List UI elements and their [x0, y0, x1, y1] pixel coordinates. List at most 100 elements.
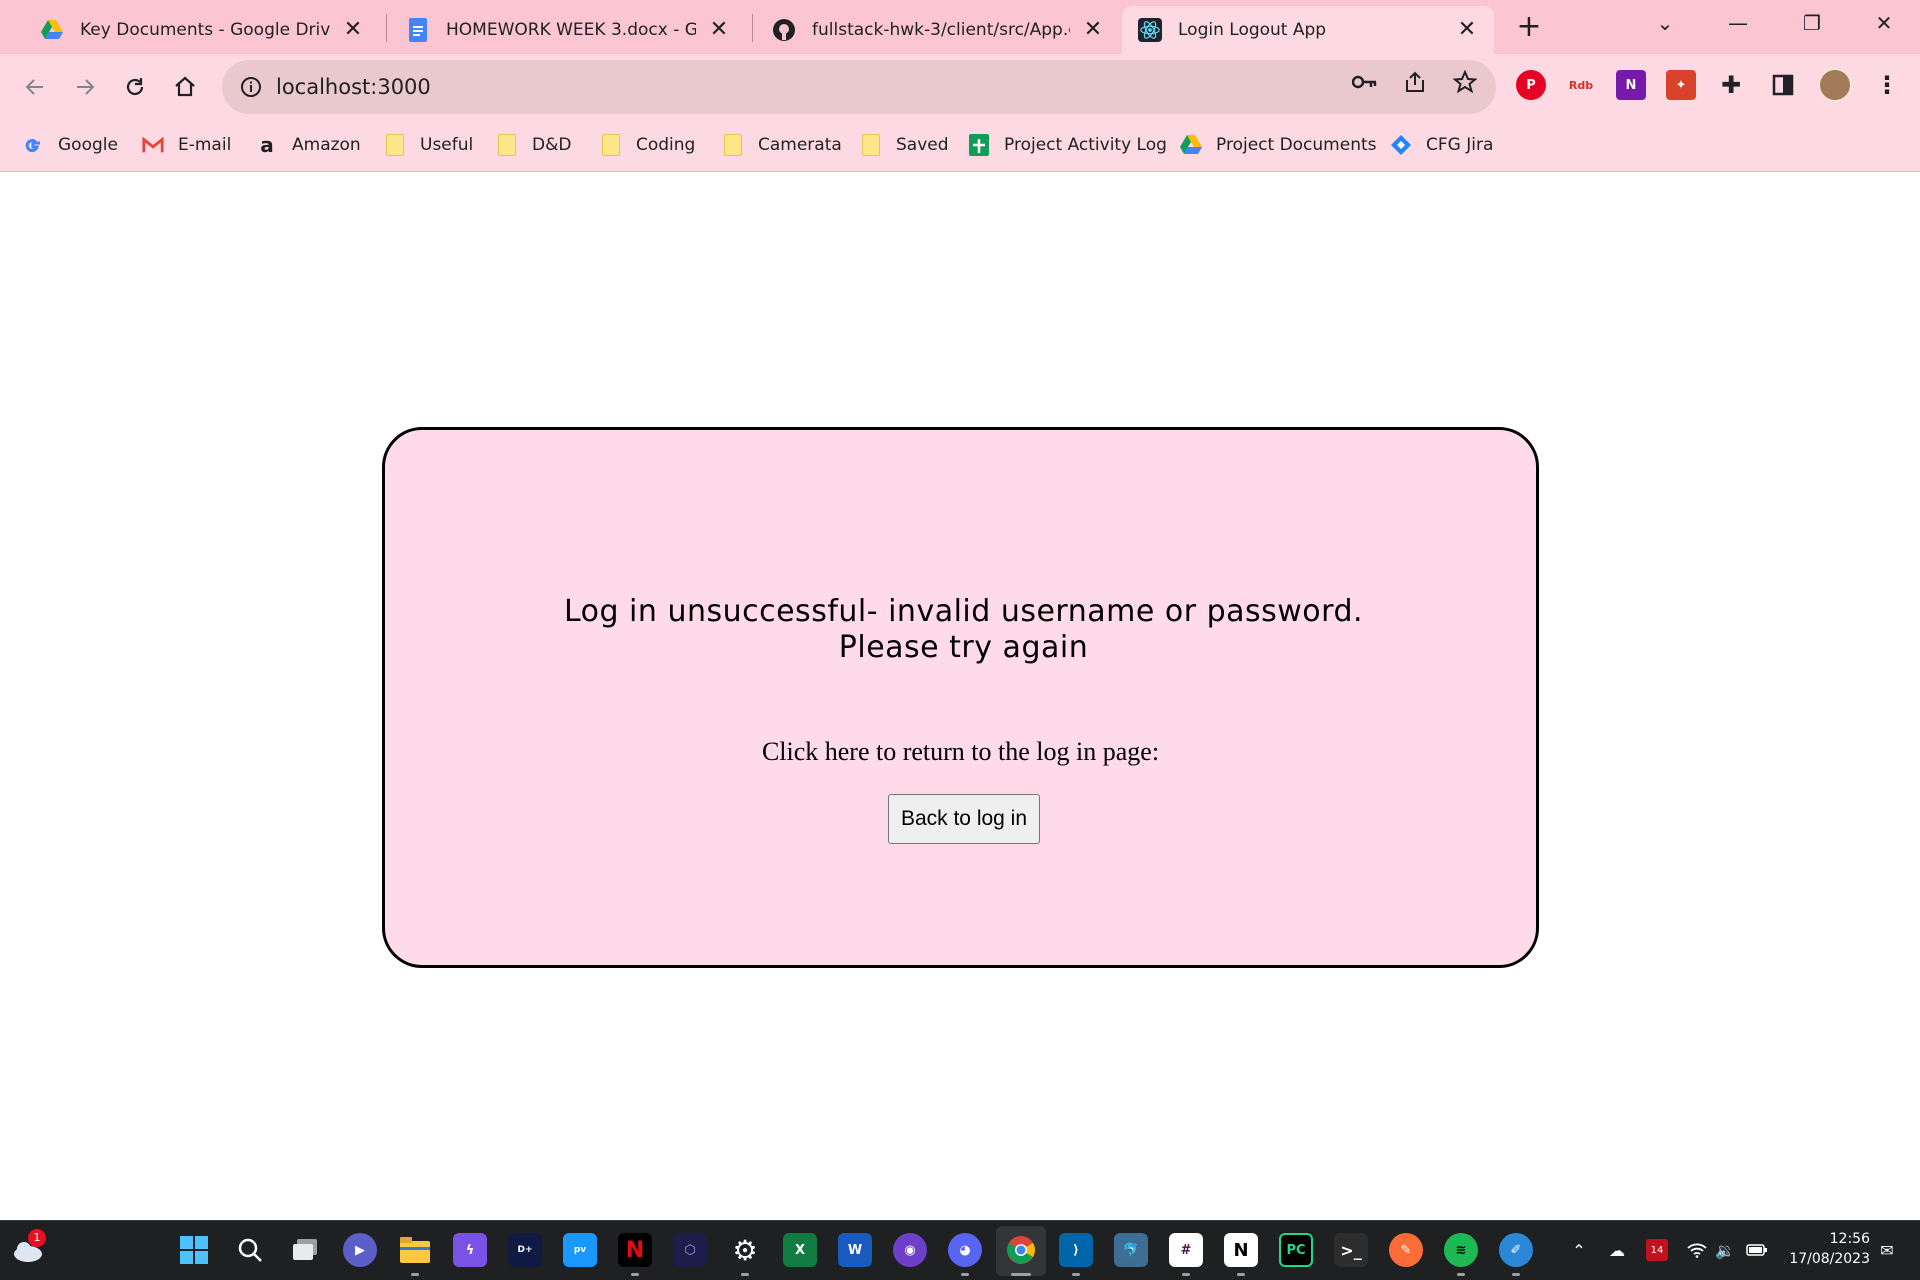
task-view-icon[interactable]	[288, 1233, 322, 1267]
tab-title: HOMEWORK WEEK 3.docx - Google Docs	[446, 20, 696, 40]
word-icon[interactable]: W	[838, 1233, 872, 1267]
github-icon	[772, 18, 796, 42]
bookmark-label: Saved	[896, 135, 949, 155]
file-explorer-icon[interactable]	[398, 1233, 432, 1267]
mysql-workbench-icon[interactable]: 🐬	[1114, 1233, 1148, 1267]
tab-github-app-css[interactable]: fullstack-hwk-3/client/src/App.css ✕	[756, 6, 1120, 54]
battery-icon[interactable]	[1746, 1239, 1768, 1261]
bookmark-star-icon[interactable]	[1450, 68, 1480, 96]
tab-separator	[386, 14, 387, 42]
close-window-button[interactable]: ✕	[1848, 0, 1920, 46]
settings-gear-icon[interactable]: ⚙	[728, 1233, 762, 1267]
reload-button[interactable]	[116, 68, 154, 106]
volume-icon[interactable]: 🔉	[1714, 1239, 1736, 1261]
slack-icon[interactable]: #	[1169, 1233, 1203, 1267]
calendar-badge-icon[interactable]: 14	[1646, 1239, 1668, 1261]
close-icon[interactable]: ✕	[342, 19, 364, 41]
bookmark-folder-camerata[interactable]: Camerata	[722, 130, 842, 160]
bookmark-label: D&D	[532, 135, 572, 155]
tab-google-drive[interactable]: Key Documents - Google Drive ✕	[24, 6, 380, 54]
forward-button[interactable]	[66, 68, 104, 106]
running-indicator	[741, 1273, 749, 1276]
tab-homework-docs[interactable]: HOMEWORK WEEK 3.docx - Google Docs ✕	[390, 6, 746, 54]
bookmark-project-activity-log[interactable]: Project Activity Log	[968, 130, 1167, 160]
key-icon[interactable]	[1350, 68, 1380, 96]
github-desktop-icon[interactable]: ◉	[893, 1233, 927, 1267]
search-icon[interactable]	[233, 1233, 267, 1267]
bookmark-google[interactable]: Google	[22, 130, 118, 160]
pinterest-icon[interactable]: P	[1516, 70, 1546, 100]
close-icon[interactable]: ✕	[1082, 19, 1104, 41]
spotify-icon[interactable]: ≋	[1444, 1233, 1478, 1267]
bookmark-label: Project Documents	[1216, 135, 1377, 155]
running-indicator	[1072, 1273, 1080, 1276]
close-icon[interactable]: ✕	[1456, 19, 1478, 41]
tab-login-logout-app[interactable]: Login Logout App ✕	[1122, 6, 1494, 54]
return-prompt: Click here to return to the log in page:	[761, 737, 1160, 766]
google-drive-icon	[40, 18, 64, 42]
home-icon	[175, 76, 195, 97]
bookmark-label: Project Activity Log	[1004, 135, 1167, 155]
wifi-icon[interactable]	[1686, 1239, 1708, 1261]
windows-start-icon[interactable]	[177, 1233, 211, 1267]
chrome-icon[interactable]	[1004, 1233, 1038, 1267]
postman-icon[interactable]: ✎	[1389, 1233, 1423, 1267]
url-text[interactable]: localhost:3000	[276, 75, 431, 99]
bookmark-label: Coding	[636, 135, 696, 155]
arrow-right-icon	[77, 79, 95, 95]
google-sheets-icon	[968, 134, 990, 156]
home-button[interactable]	[166, 68, 204, 106]
bookmark-cfg-jira[interactable]: CFG Jira	[1390, 130, 1493, 160]
discord-icon[interactable]: ◕	[948, 1233, 982, 1267]
minimize-button[interactable]: —	[1702, 0, 1774, 46]
address-bar[interactable]: localhost:3000	[222, 60, 1496, 114]
error-message: Log in unsuccessful- invalid username or…	[563, 594, 1364, 665]
info-icon[interactable]	[238, 74, 264, 100]
onenote-icon[interactable]: N	[1616, 70, 1646, 100]
bookmark-email[interactable]: E-mail	[142, 130, 231, 160]
excel-icon[interactable]: X	[783, 1233, 817, 1267]
netflix-icon[interactable]: N	[618, 1233, 652, 1267]
folder-icon	[496, 134, 518, 156]
tab-title: Login Logout App	[1178, 20, 1327, 40]
paint-icon[interactable]: ✐	[1499, 1233, 1533, 1267]
clock-date: 17/08/2023	[1789, 1251, 1870, 1267]
share-icon[interactable]	[1400, 68, 1430, 96]
terminal-icon[interactable]: >_	[1334, 1233, 1368, 1267]
react-icon	[1138, 18, 1162, 42]
extension-icon[interactable]: Rdb	[1566, 70, 1596, 100]
restore-button[interactable]: ❐	[1776, 0, 1848, 46]
prime-video-icon[interactable]: pv	[563, 1233, 597, 1267]
notion-icon[interactable]: N	[1224, 1233, 1258, 1267]
system-clock[interactable]: 12:56 17/08/2023	[1780, 1229, 1870, 1269]
bookmark-folder-saved[interactable]: Saved	[860, 130, 949, 160]
bookmark-label: CFG Jira	[1426, 135, 1494, 155]
back-to-login-button[interactable]: Back to log in	[888, 794, 1040, 844]
bookmark-folder-coding[interactable]: Coding	[600, 130, 695, 160]
extension-red-icon[interactable]: ✦	[1666, 70, 1696, 100]
messenger-icon[interactable]: ϟ	[453, 1233, 487, 1267]
clock-time: 12:56	[1829, 1231, 1870, 1247]
bookmark-folder-useful[interactable]: Useful	[384, 130, 473, 160]
vscode-icon[interactable]: ⟩	[1059, 1233, 1093, 1267]
menu-kebab-icon[interactable]: ⋮	[1872, 70, 1902, 100]
tab-title: fullstack-hwk-3/client/src/App.css	[812, 20, 1070, 40]
close-icon[interactable]: ✕	[708, 19, 730, 41]
onedrive-icon[interactable]: ☁	[1606, 1239, 1628, 1261]
chevron-up-icon[interactable]: ⌃	[1568, 1239, 1590, 1261]
teams-chat-icon[interactable]: ▶	[343, 1233, 377, 1267]
avatar[interactable]	[1818, 68, 1852, 102]
tab-search-chevron-icon[interactable]: ⌄	[1630, 0, 1700, 46]
puzzle-extensions-icon[interactable]: ✚	[1716, 70, 1746, 100]
new-tab-button[interactable]: +	[1512, 10, 1546, 44]
app-hexagon-icon[interactable]: ⬡	[673, 1233, 707, 1267]
notification-center-icon[interactable]: ✉	[1876, 1239, 1898, 1261]
bookmark-amazon[interactable]: a Amazon	[256, 130, 360, 160]
bookmark-folder-dnd[interactable]: D&D	[496, 130, 571, 160]
pycharm-icon[interactable]: PC	[1279, 1233, 1313, 1267]
side-panel-icon[interactable]	[1768, 70, 1798, 100]
disney-plus-icon[interactable]: D+	[508, 1233, 542, 1267]
google-drive-icon	[1180, 134, 1202, 156]
bookmark-project-documents[interactable]: Project Documents	[1180, 130, 1377, 160]
back-button[interactable]	[16, 68, 54, 106]
